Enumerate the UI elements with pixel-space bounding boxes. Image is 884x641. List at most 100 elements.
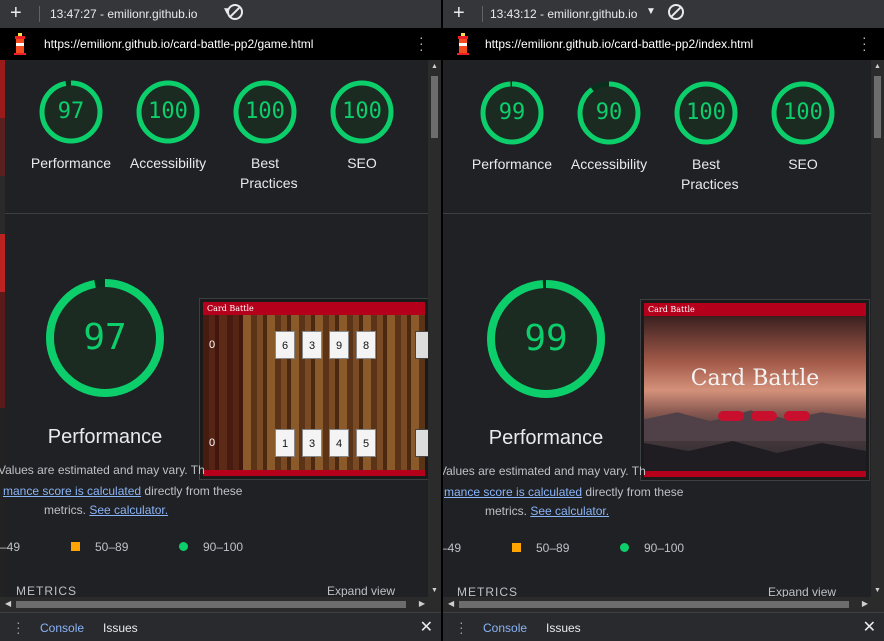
gauge-score: 100: [342, 99, 382, 124]
pass-dot-icon: [620, 543, 629, 552]
score-calc-link[interactable]: mance score is calculated: [3, 484, 141, 498]
devtools-panel-left: + 13:47:27 - emilionr.github.io ▼ https:…: [0, 0, 441, 641]
scroll-thumb[interactable]: [431, 76, 438, 138]
tab-issues[interactable]: Issues: [546, 621, 581, 635]
gauge-best-practices[interactable]: 100: [674, 81, 738, 145]
gauge-score: 97: [57, 99, 85, 124]
screenshot-header: Card Battle: [644, 303, 866, 316]
metrics-heading: METRICS: [457, 585, 518, 597]
card: 4: [329, 429, 349, 457]
average-square-icon: [71, 542, 80, 551]
gauge-best-practices[interactable]: 100: [233, 80, 297, 144]
clear-report-icon[interactable]: [227, 4, 243, 20]
metrics-text: metrics.: [485, 504, 531, 518]
vertical-scrollbar[interactable]: ▲ ▼: [871, 60, 884, 597]
scroll-left-icon[interactable]: ◀: [5, 599, 11, 608]
pass-dot-icon: [179, 542, 188, 551]
tab-issues[interactable]: Issues: [103, 621, 138, 635]
page-screenshot[interactable]: Card Battle Card Battle: [640, 299, 870, 481]
performance-main-gauge: 99: [486, 279, 606, 399]
close-icon[interactable]: ✕: [863, 617, 876, 637]
devtools-panel-right: + 13:43:12 - emilionr.github.io ▼ https:…: [443, 0, 884, 641]
hero-title: Card Battle: [690, 366, 820, 391]
page-edge: [0, 60, 5, 597]
report-selector[interactable]: 13:47:27 - emilionr.github.io: [50, 7, 197, 21]
main-score-label: Performance: [488, 427, 604, 449]
gauge-label: Best Practices: [681, 156, 739, 192]
deck-icon: [415, 429, 428, 457]
gauge-seo[interactable]: 100: [771, 81, 835, 145]
scroll-down-icon[interactable]: ▼: [431, 587, 438, 594]
clear-report-icon[interactable]: [668, 4, 684, 20]
scroll-right-icon[interactable]: ▶: [862, 599, 868, 608]
tab-console[interactable]: Console: [483, 621, 527, 635]
new-report-icon[interactable]: +: [453, 2, 465, 24]
scroll-thumb[interactable]: [459, 601, 849, 608]
card: 8: [356, 331, 376, 359]
screenshot-footer: [644, 471, 866, 477]
page-screenshot[interactable]: 0 6 3 9 8 0 1 3 4 5 Card Battle: [199, 298, 428, 480]
more-options-icon[interactable]: · · ·: [862, 30, 867, 56]
see-calculator-link[interactable]: See calculator.: [530, 504, 609, 518]
screenshot-header: Card Battle: [203, 302, 425, 315]
deck-icon: [415, 331, 428, 359]
card: 5: [356, 429, 376, 457]
horizontal-scrollbar[interactable]: ◀ ▶: [443, 597, 884, 612]
more-options-icon[interactable]: · · ·: [419, 30, 424, 56]
page-url: https://emilionr.github.io/card-battle-p…: [44, 37, 314, 51]
scroll-up-icon[interactable]: ▲: [874, 63, 881, 70]
close-icon[interactable]: ✕: [420, 617, 433, 637]
calculator-line: metrics. See calculator.: [485, 501, 609, 521]
card: 3: [302, 429, 322, 457]
devtools-drawer: · · · Console Issues ✕: [443, 612, 884, 641]
scroll-thumb[interactable]: [874, 76, 881, 138]
scroll-thumb[interactable]: [16, 601, 406, 608]
gauge-accessibility[interactable]: 90: [577, 81, 641, 145]
new-report-icon[interactable]: +: [10, 2, 22, 24]
score-calc-line: mance score is calculated directly from …: [444, 482, 683, 502]
section-divider: [5, 213, 428, 214]
scroll-left-icon[interactable]: ◀: [448, 599, 454, 608]
screenshot-footer: [203, 470, 425, 476]
score-calc-text: directly from these: [141, 484, 243, 498]
scroll-right-icon[interactable]: ▶: [419, 599, 425, 608]
metrics-text: metrics.: [44, 503, 90, 517]
page-url: https://emilionr.github.io/card-battle-p…: [485, 37, 754, 51]
scroll-down-icon[interactable]: ▼: [874, 587, 881, 594]
expand-view-button[interactable]: Expand view: [768, 585, 836, 597]
vertical-scrollbar[interactable]: ▲ ▼: [428, 60, 441, 597]
score-calc-text: directly from these: [582, 485, 684, 499]
card: 9: [329, 331, 349, 359]
score-disclaimer: Values are estimated and may vary. Th: [0, 463, 205, 477]
drawer-menu-icon[interactable]: · · ·: [459, 615, 464, 639]
url-bar: https://emilionr.github.io/card-battle-p…: [443, 28, 884, 60]
average-square-icon: [512, 543, 521, 552]
score-calc-link[interactable]: mance score is calculated: [444, 485, 582, 499]
horizontal-scrollbar[interactable]: ◀ ▶: [0, 597, 441, 612]
gauge-performance[interactable]: 97: [39, 80, 103, 144]
drawer-menu-icon[interactable]: · · ·: [16, 615, 21, 639]
lighthouse-icon: [457, 33, 469, 55]
tab-console[interactable]: Console: [40, 621, 84, 635]
gauge-seo[interactable]: 100: [330, 80, 394, 144]
scroll-up-icon[interactable]: ▲: [431, 63, 438, 70]
gauge-performance[interactable]: 99: [480, 81, 544, 145]
gauge-label: Accessibility: [570, 156, 648, 172]
chevron-down-icon[interactable]: ▼: [646, 6, 656, 17]
expand-view-button[interactable]: Expand view: [327, 584, 395, 597]
divider: [482, 6, 483, 22]
hero-button: [784, 411, 810, 421]
report-content: 99 Performance 90 Accessibility 100 Best…: [443, 60, 871, 597]
gauge-label: Accessibility: [129, 155, 207, 171]
see-calculator-link[interactable]: See calculator.: [89, 503, 168, 517]
legend-pass: 90–100: [644, 541, 685, 555]
report-selector[interactable]: 13:43:12 - emilionr.github.io: [490, 7, 637, 21]
card: 1: [275, 429, 295, 457]
devtools-drawer: · · · Console Issues ✕: [0, 612, 441, 641]
gauge-label: SEO: [788, 156, 818, 172]
gauge-label: Best Practices: [240, 155, 298, 191]
legend-fail: –49: [443, 541, 462, 555]
legend-average: 50–89: [95, 540, 129, 554]
score-disclaimer: Values are estimated and may vary. Th: [443, 464, 646, 478]
gauge-accessibility[interactable]: 100: [136, 80, 200, 144]
